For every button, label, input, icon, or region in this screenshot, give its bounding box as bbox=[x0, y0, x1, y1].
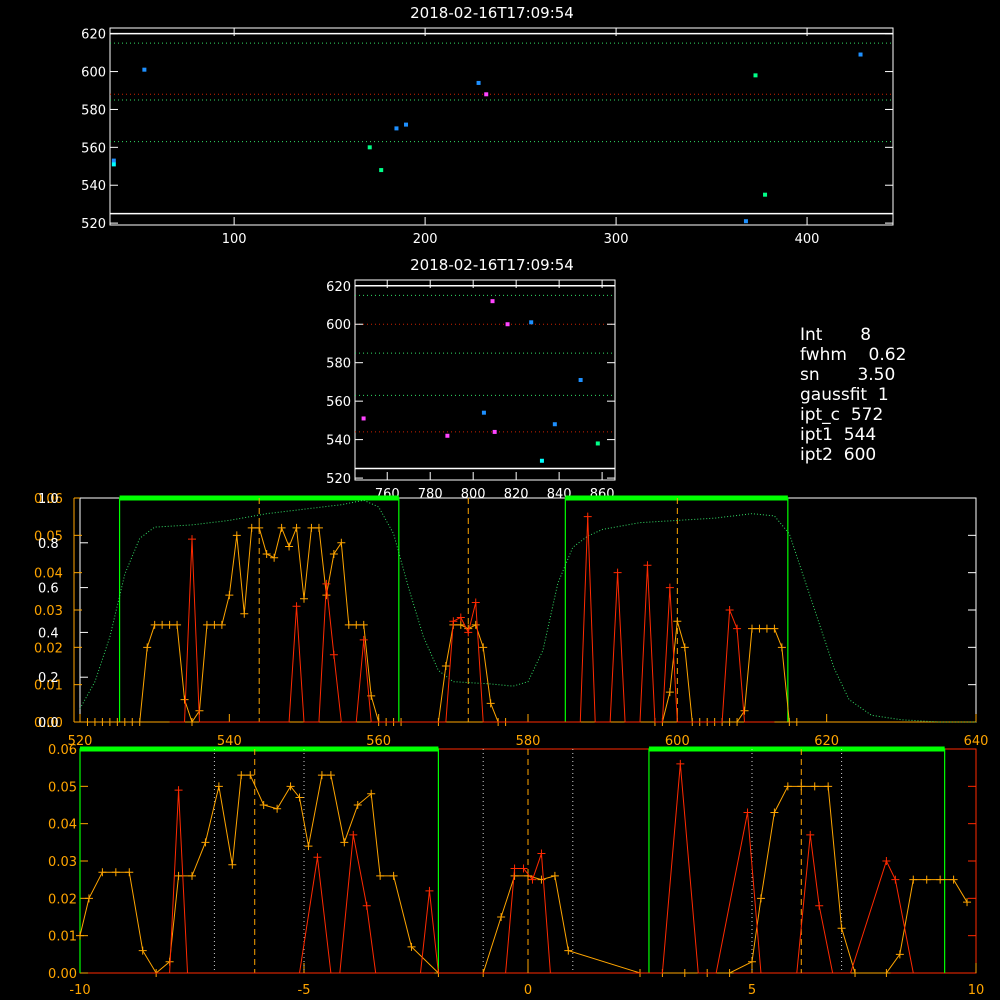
info-line-sn: sn 3.50 bbox=[800, 365, 895, 385]
y-tick-label: 0.00 bbox=[48, 967, 77, 982]
info-line-ipt2: ipt2 600 bbox=[800, 445, 876, 465]
x-tick-label: 780 bbox=[418, 487, 443, 502]
y-tick-label-white: 0.4 bbox=[38, 626, 59, 641]
data-point bbox=[394, 126, 399, 131]
data-point bbox=[529, 320, 534, 325]
data-point bbox=[492, 429, 497, 434]
y-tick-label: 0.06 bbox=[48, 743, 77, 758]
data-point bbox=[379, 168, 384, 173]
y-tick-label: 560 bbox=[81, 141, 106, 156]
data-point bbox=[111, 162, 116, 167]
y-tick-label-white: 0.0 bbox=[38, 716, 59, 731]
x-tick-label: 580 bbox=[516, 734, 541, 749]
y-tick-label-white: 0.6 bbox=[38, 582, 59, 597]
data-point bbox=[484, 92, 489, 97]
middle-scatter-title: 2018-02-16T17:09:54 bbox=[410, 256, 574, 274]
y-tick-label: 520 bbox=[326, 472, 351, 487]
data-point bbox=[404, 122, 409, 127]
info-line-int: Int 8 bbox=[800, 325, 871, 345]
y-tick-label: 600 bbox=[326, 318, 351, 333]
x-tick-label: 200 bbox=[413, 232, 438, 247]
y-tick-label: 520 bbox=[81, 217, 106, 232]
x-tick-label: 400 bbox=[795, 232, 820, 247]
x-tick-label: 0 bbox=[524, 983, 532, 998]
data-point bbox=[445, 433, 450, 438]
y-tick-label-orange: 0.02 bbox=[34, 641, 63, 656]
y-tick-label-white: 1.0 bbox=[38, 492, 59, 507]
x-tick-label: -10 bbox=[69, 983, 90, 998]
y-tick-label: 0.05 bbox=[48, 780, 77, 795]
data-point bbox=[490, 299, 495, 304]
y-tick-label: 580 bbox=[81, 103, 106, 118]
data-point bbox=[367, 145, 372, 150]
x-tick-label: 640 bbox=[964, 734, 989, 749]
y-tick-label: 0.03 bbox=[48, 855, 77, 870]
info-line-ipt-c: ipt_c 572 bbox=[800, 405, 883, 425]
data-point bbox=[858, 52, 863, 57]
x-tick-label: -5 bbox=[298, 983, 311, 998]
x-tick-label: 10 bbox=[968, 983, 985, 998]
info-line-gaussfit: gaussfit 1 bbox=[800, 385, 889, 405]
data-point bbox=[763, 192, 768, 197]
y-tick-label: 620 bbox=[326, 280, 351, 295]
y-tick-label: 560 bbox=[326, 395, 351, 410]
data-point bbox=[743, 219, 748, 224]
y-tick-label: 620 bbox=[81, 28, 106, 43]
y-tick-label-orange: 0.03 bbox=[34, 604, 63, 619]
x-tick-label: 300 bbox=[604, 232, 629, 247]
info-line-ipt1: ipt1 544 bbox=[800, 425, 876, 445]
y-tick-label: 0.02 bbox=[48, 892, 77, 907]
data-point bbox=[505, 322, 510, 327]
y-tick-label: 540 bbox=[81, 179, 106, 194]
info-line-fwhm: fwhm 0.62 bbox=[800, 345, 906, 365]
data-point bbox=[361, 416, 366, 421]
top-scatter-title: 2018-02-16T17:09:54 bbox=[410, 4, 574, 22]
x-tick-label: 100 bbox=[222, 232, 247, 247]
data-point bbox=[476, 80, 481, 85]
x-tick-label: 800 bbox=[461, 487, 486, 502]
y-tick-label-white: 0.8 bbox=[38, 537, 59, 552]
y-tick-label: 540 bbox=[326, 434, 351, 449]
data-point bbox=[481, 410, 486, 415]
y-tick-label-orange: 0.04 bbox=[34, 567, 63, 582]
data-point bbox=[578, 378, 583, 382]
y-tick-label-white: 0.2 bbox=[38, 671, 59, 686]
figure-canvas: 2018-02-16T17:09:54 520 540 560 580 600 620 10… bbox=[0, 0, 1000, 1000]
x-tick-label: 820 bbox=[504, 487, 529, 502]
data-point bbox=[552, 422, 557, 427]
y-tick-label: 600 bbox=[81, 66, 106, 81]
data-point bbox=[539, 458, 544, 463]
data-point bbox=[595, 441, 600, 446]
y-tick-label: 0.04 bbox=[48, 818, 77, 833]
y-tick-label: 0.01 bbox=[48, 930, 77, 945]
data-point bbox=[753, 73, 758, 78]
y-tick-label: 580 bbox=[326, 357, 351, 372]
data-point bbox=[142, 67, 147, 72]
data-point bbox=[111, 158, 116, 163]
x-tick-label: 5 bbox=[748, 983, 756, 998]
